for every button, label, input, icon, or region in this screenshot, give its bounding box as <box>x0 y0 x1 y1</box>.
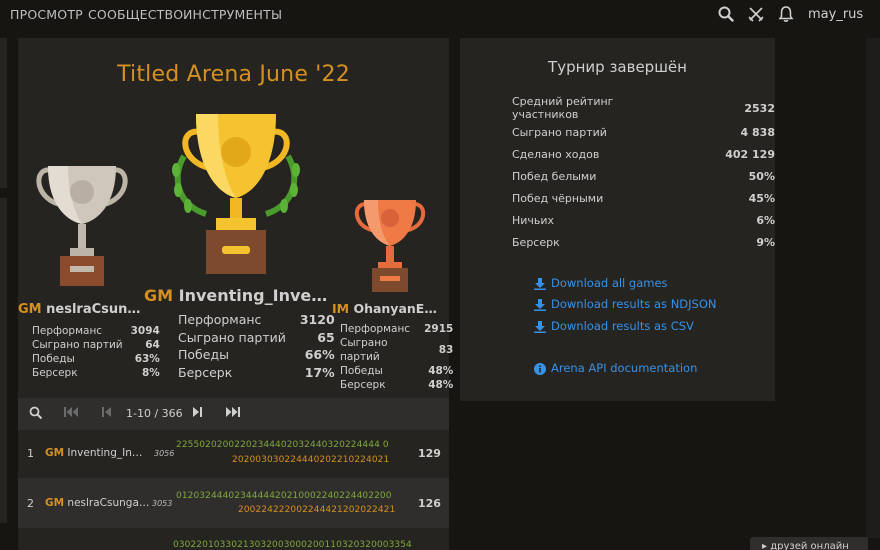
last-page-icon[interactable] <box>226 406 240 422</box>
download-icon <box>534 299 546 314</box>
tournament-podium: Titled Arena June '22 GM neslraCsung Пер… <box>18 38 453 398</box>
user-menu[interactable]: may_rus <box>808 7 863 22</box>
download-icon <box>534 278 546 293</box>
first-place-stats: Перформанс 3120 Сыграно партий 65 Победы 66… <box>178 312 335 380</box>
rank: 2 <box>27 497 34 510</box>
swords-icon[interactable] <box>747 5 765 27</box>
tournament-title: Titled Arena June '22 <box>117 62 350 87</box>
friends-arrow-icon: ▸ <box>762 541 768 550</box>
score-sequence: 200224222002244421202022421 <box>238 505 396 515</box>
player-name[interactable]: GM Inventing_Invention <box>45 447 145 459</box>
player-name[interactable]: GM neslraCsungaM77 <box>45 497 150 509</box>
player-rating: 3053 <box>152 499 173 508</box>
bronze-trophy-icon <box>355 200 425 292</box>
previous-page-icon[interactable] <box>102 406 111 422</box>
third-place-name[interactable]: IM OhanyanEminChess <box>332 301 448 316</box>
first-place-name[interactable]: GM Inventing_Invention <box>144 286 334 305</box>
search-icon[interactable] <box>718 5 734 27</box>
nav-community[interactable]: СООБЩЕСТВО <box>88 7 183 22</box>
results-heading: Турнир завершён <box>548 58 687 76</box>
standings-row[interactable]: 1 GM Inventing_Invention 3056 2255020200… <box>18 430 449 478</box>
top-navigation: ПРОСМОТР СООБЩЕСТВО ИНСТРУМЕНТЫ may_rus <box>0 0 880 30</box>
download-icon <box>534 321 546 336</box>
side-panel-edge <box>0 38 7 188</box>
score-sequence: 0302201033021303200300020011032032000335… <box>173 540 412 550</box>
first-page-icon[interactable] <box>64 406 78 422</box>
gold-trophy-icon <box>172 114 300 274</box>
next-page-icon[interactable] <box>193 406 202 422</box>
info-icon <box>534 363 546 378</box>
nav-watch[interactable]: ПРОСМОТР <box>10 7 83 22</box>
silver-trophy-icon <box>36 166 128 286</box>
player-score: 129 <box>418 447 441 460</box>
nav-tools[interactable]: ИНСТРУМЕНТЫ <box>183 7 282 22</box>
score-sequence: 22550202002202344402032440320224444 0 <box>176 440 389 450</box>
standings-row[interactable]: 2 GM neslraCsungaM77 3053 01203244402344… <box>18 478 449 528</box>
player-score: 126 <box>418 497 441 510</box>
standings-pager: 1-10 / 366 <box>18 398 449 430</box>
friends-online-bar[interactable]: ▸ друзей онлайн <box>750 537 868 550</box>
second-place-stats: Перформанс 3094 Сыграно партий 64 Победы 63… <box>32 325 160 379</box>
scroll-area <box>866 38 880 538</box>
search-icon[interactable] <box>29 406 43 424</box>
third-place-stats: Перформанс 2915 Сыграно партий 83 Победы 48… <box>340 323 454 391</box>
player-rating: 3056 <box>154 449 175 458</box>
rank: 1 <box>27 447 34 460</box>
bell-icon[interactable] <box>778 5 794 27</box>
side-panel-edge <box>0 198 7 523</box>
second-place-name[interactable]: GM neslraCsungaM77 <box>18 302 143 317</box>
score-sequence: 0120324440234444420210002240224402200 <box>176 491 392 501</box>
tournament-results: Турнир завершён Средний рейтинг участник… <box>460 38 775 401</box>
results-stats: Средний рейтинг участников 2532 Сыграно п… <box>512 95 775 249</box>
standings-row[interactable]: 0302201033021303200300020011032032000335… <box>18 528 449 550</box>
score-sequence: 202003030224440202210224021 <box>232 455 390 465</box>
page-indicator: 1-10 / 366 <box>126 407 183 420</box>
